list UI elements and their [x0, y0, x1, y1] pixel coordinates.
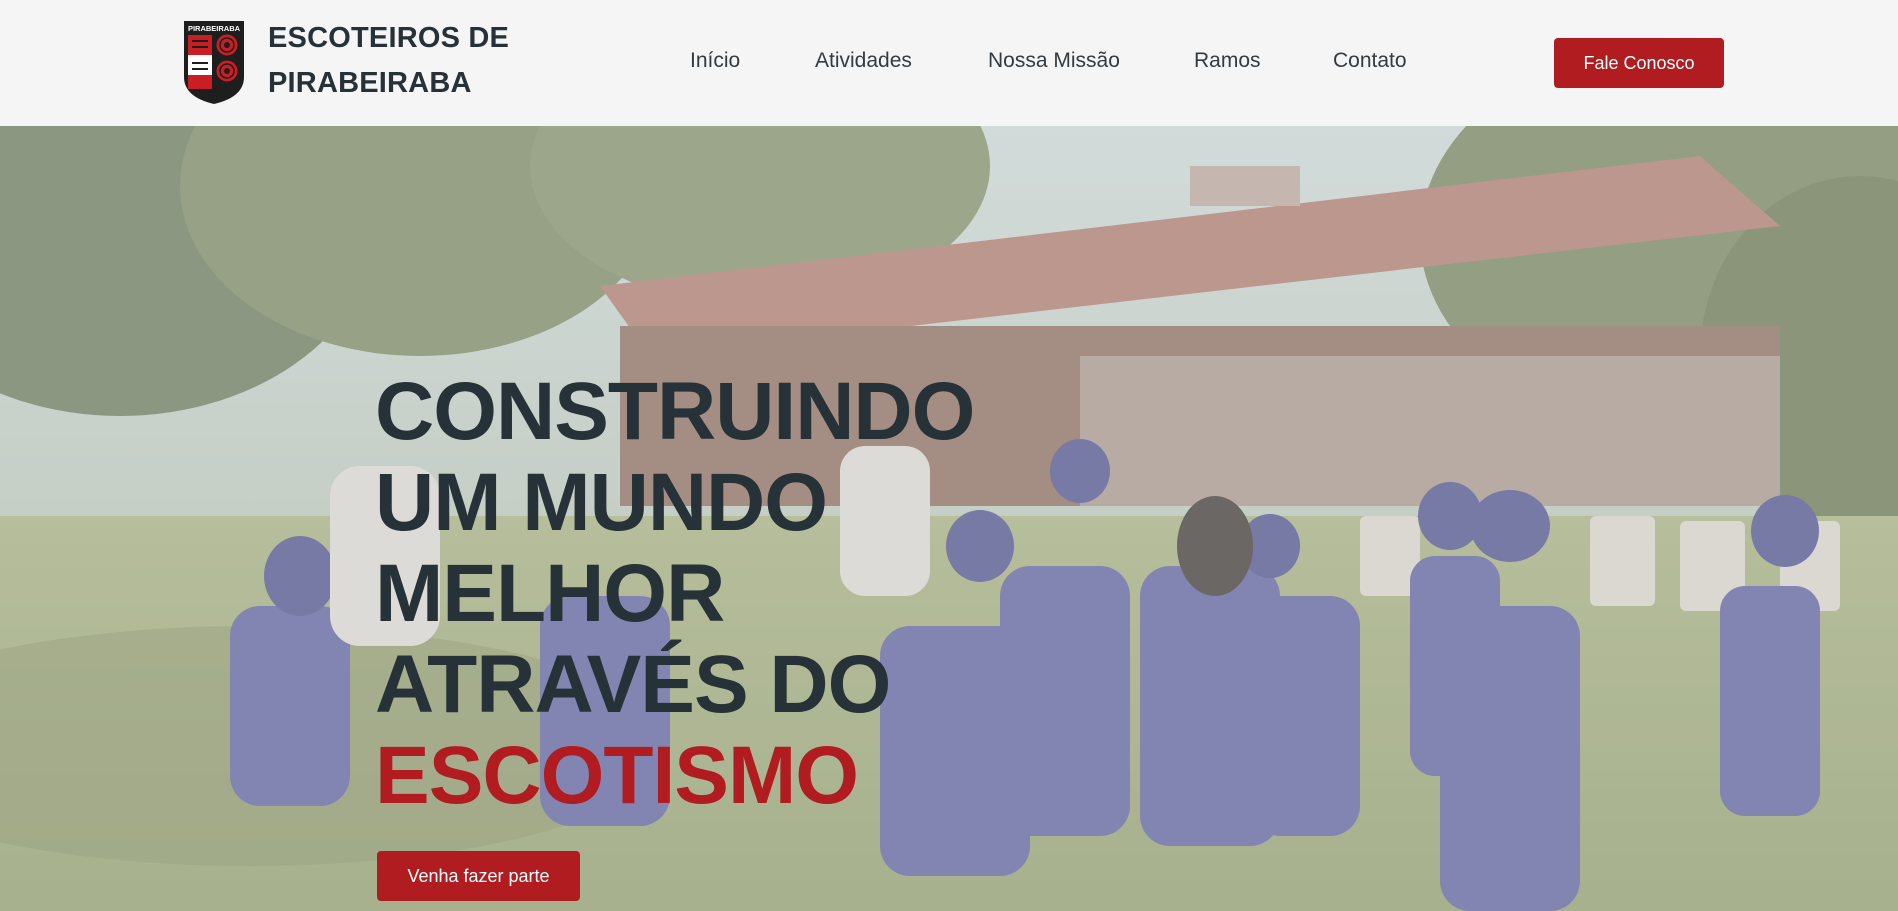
- join-button[interactable]: Venha fazer parte: [377, 851, 580, 901]
- nav-atividades[interactable]: Atividades: [815, 49, 912, 73]
- hero-headline: CONSTRUINDO UM MUNDO MELHOR ATRAVÉS DO E…: [375, 366, 1075, 821]
- headline-line-1: CONSTRUINDO: [375, 366, 975, 457]
- nav-ramos[interactable]: Ramos: [1194, 49, 1261, 73]
- headline-line-4: ATRAVÉS DO: [375, 639, 891, 730]
- headline-line-2: UM MUNDO: [375, 457, 828, 548]
- contact-button[interactable]: Fale Conosco: [1554, 38, 1724, 88]
- nav-inicio[interactable]: Início: [690, 49, 740, 73]
- site-header: PIRABEIRABA ESCOTEIROS DE PIRABEIRABA In…: [0, 0, 1898, 126]
- nav-contato[interactable]: Contato: [1333, 49, 1407, 73]
- nav-nossa-missao[interactable]: Nossa Missão: [988, 49, 1120, 73]
- headline-accent: ESCOTISMO: [375, 730, 859, 821]
- headline-line-3: MELHOR: [375, 548, 725, 639]
- hero-section: CONSTRUINDO UM MUNDO MELHOR ATRAVÉS DO E…: [0, 126, 1898, 911]
